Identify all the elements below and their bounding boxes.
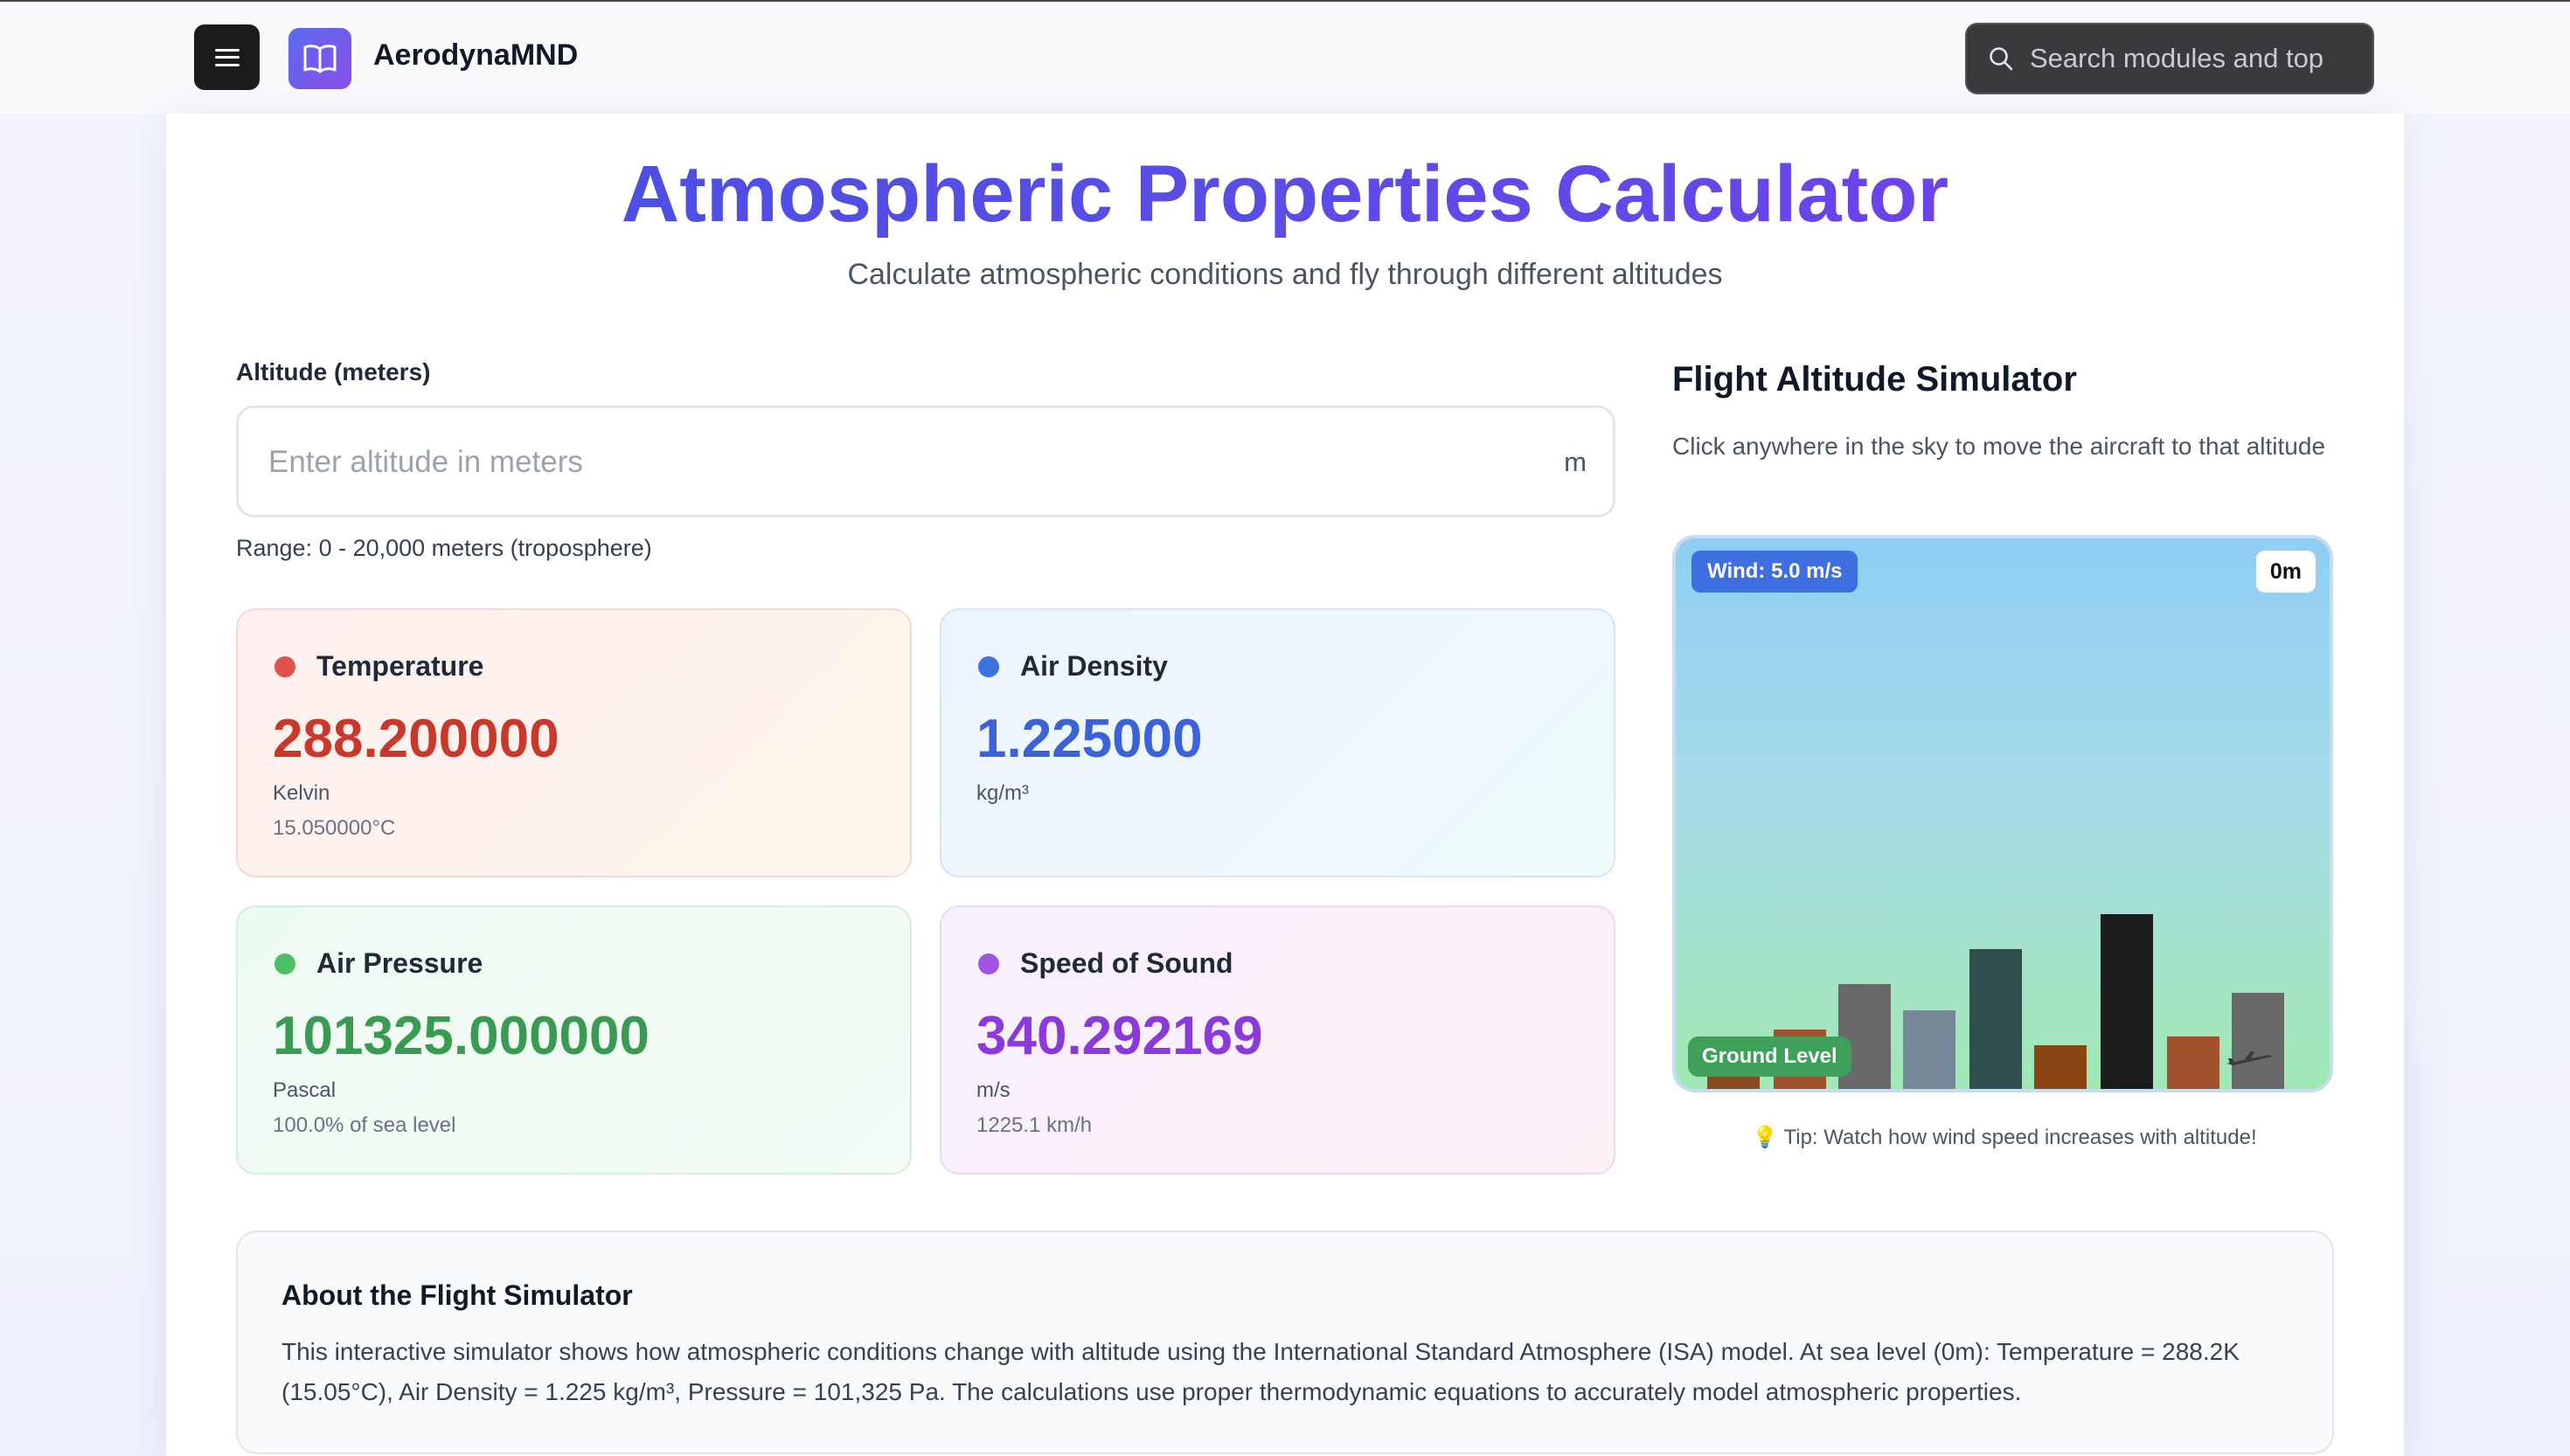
- air-pressure-unit: Pascal: [273, 1078, 337, 1102]
- altitude-input[interactable]: [268, 438, 1492, 487]
- simulator-tip: 💡 Tip: Watch how wind speed increases wi…: [1752, 1126, 2257, 1149]
- building: [2232, 993, 2284, 1089]
- about-panel: About the Flight Simulator This interact…: [236, 1231, 2334, 1454]
- air-density-dot-icon: [978, 656, 999, 677]
- air-pressure-percent: 100.0% of sea level: [273, 1113, 456, 1137]
- temperature-celsius: 15.050000°C: [273, 816, 396, 840]
- wind-badge: Wind: 5.0 m/s: [1691, 551, 1858, 593]
- building: [1969, 949, 2022, 1089]
- hamburger-icon: [214, 48, 240, 66]
- simulator-description: Click anywhere in the sky to move the ai…: [1672, 433, 2326, 460]
- altitude-badge: 0m: [2255, 551, 2316, 593]
- aircraft-icon[interactable]: [2225, 1048, 2274, 1069]
- air-density-value: 1.225000: [976, 709, 1203, 769]
- about-title: About the Flight Simulator: [281, 1279, 633, 1311]
- altitude-field[interactable]: m: [236, 406, 1615, 517]
- altitude-unit: m: [1564, 447, 1587, 477]
- top-nav: AerodynaMND: [0, 2, 2570, 114]
- search-box[interactable]: [1965, 23, 2374, 94]
- about-text: This interactive simulator shows how atm…: [281, 1338, 2240, 1405]
- building: [2034, 1045, 2087, 1089]
- air-pressure-card: Air Pressure 101325.000000 Pascal 100.0%…: [236, 905, 912, 1175]
- speed-of-sound-value: 340.292169: [976, 1006, 1263, 1066]
- simulator-title: Flight Altitude Simulator: [1672, 360, 2077, 399]
- temperature-card: Temperature 288.200000 Kelvin 15.050000°…: [236, 608, 912, 877]
- menu-button[interactable]: [194, 24, 260, 90]
- air-pressure-value: 101325.000000: [273, 1006, 650, 1066]
- temperature-dot-icon: [274, 656, 295, 677]
- air-pressure-dot-icon: [274, 953, 295, 974]
- brand-name[interactable]: AerodynaMND: [373, 38, 578, 73]
- building: [2167, 1037, 2219, 1089]
- speed-of-sound-dot-icon: [978, 953, 999, 974]
- speed-of-sound-kmh: 1225.1 km/h: [976, 1113, 1093, 1137]
- building: [2101, 914, 2153, 1089]
- ground-level-badge: Ground Level: [1688, 1037, 1851, 1077]
- temperature-label: Temperature: [316, 650, 484, 682]
- speed-of-sound-label: Speed of Sound: [1020, 947, 1233, 979]
- speed-of-sound-card: Speed of Sound 340.292169 m/s 1225.1 km/…: [940, 905, 1615, 1175]
- air-pressure-label: Air Pressure: [316, 947, 483, 979]
- air-density-unit: kg/m³: [976, 781, 1029, 805]
- page-title: Atmospheric Properties Calculator: [0, 149, 2570, 240]
- page-subtitle: Calculate atmospheric conditions and fly…: [847, 258, 1723, 291]
- book-logo-icon[interactable]: [288, 28, 351, 89]
- altitude-range-hint: Range: 0 - 20,000 meters (troposphere): [236, 535, 652, 561]
- temperature-value: 288.200000: [273, 709, 559, 769]
- altitude-label: Altitude (meters): [236, 358, 431, 385]
- building: [1903, 1010, 1955, 1089]
- air-density-label: Air Density: [1020, 650, 1168, 682]
- temperature-unit: Kelvin: [273, 781, 330, 805]
- speed-of-sound-unit: m/s: [976, 1078, 1011, 1102]
- search-input[interactable]: [2030, 43, 2344, 74]
- air-density-card: Air Density 1.225000 kg/m³: [940, 608, 1615, 877]
- search-icon: [1988, 45, 2014, 72]
- flight-sky-canvas[interactable]: Wind: 5.0 m/s 0m Ground Level: [1672, 535, 2333, 1092]
